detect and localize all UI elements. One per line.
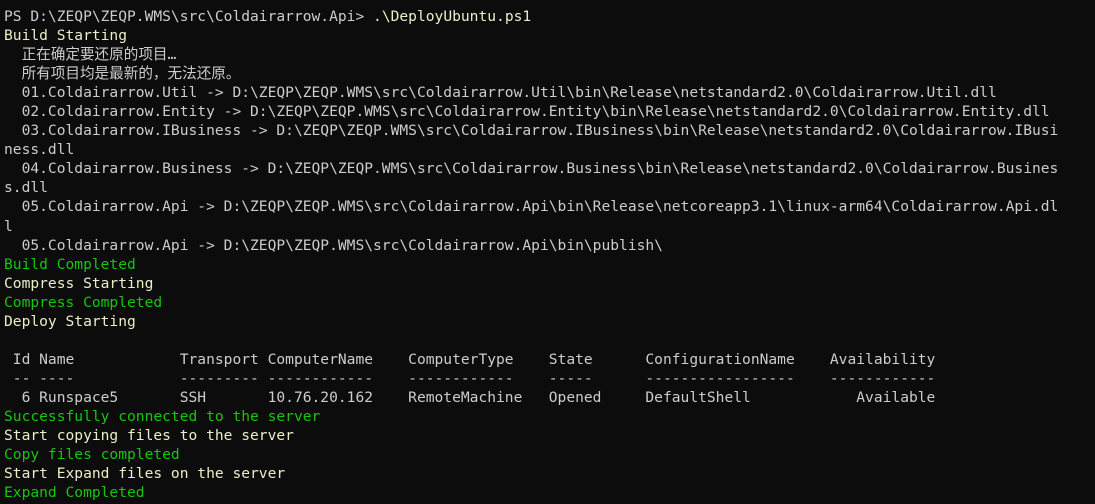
prompt-path: PS D:\ZEQP\ZEQP.WMS\src\Coldairarrow.Api… bbox=[4, 8, 374, 25]
prompt-line: PS D:\ZEQP\ZEQP.WMS\src\Coldairarrow.Api… bbox=[4, 7, 1095, 26]
terminal-line: 6 Runspace5 SSH 10.76.20.162 RemoteMachi… bbox=[4, 388, 936, 406]
terminal-line: Compress Completed bbox=[4, 293, 163, 311]
terminal-window[interactable]: PS D:\ZEQP\ZEQP.WMS\src\Coldairarrow.Api… bbox=[0, 0, 1095, 504]
terminal-line: Copy files completed bbox=[4, 446, 180, 464]
terminal-line: -- ---- --------- ------------ ---------… bbox=[4, 369, 936, 387]
terminal-line: 05.Coldairarrow.Api -> D:\ZEQP\ZEQP.WMS\… bbox=[4, 236, 663, 254]
terminal-output: Build Starting 正在确定要还原的项目… 所有项目均是最新的，无法还… bbox=[4, 26, 1095, 502]
terminal-line: Start Expand files on the server bbox=[4, 465, 286, 483]
terminal-line: Build Starting bbox=[4, 27, 128, 45]
terminal-line: Compress Starting bbox=[4, 274, 154, 292]
terminal-line: Deploy Starting bbox=[4, 312, 136, 330]
terminal-line: Expand Completed bbox=[4, 484, 145, 502]
terminal-line: 所有项目均是最新的，无法还原。 bbox=[4, 65, 241, 83]
terminal-line: s.dll bbox=[4, 179, 48, 197]
terminal-line: 04.Coldairarrow.Business -> D:\ZEQP\ZEQP… bbox=[4, 160, 1059, 178]
terminal-line: 正在确定要还原的项目… bbox=[4, 46, 177, 64]
terminal-line: Build Completed bbox=[4, 255, 136, 273]
terminal-line: Start copying files to the server bbox=[4, 427, 294, 445]
prompt-command: .\DeployUbuntu.ps1 bbox=[373, 8, 532, 25]
terminal-line: Id Name Transport ComputerName ComputerT… bbox=[4, 350, 936, 368]
terminal-line: 01.Coldairarrow.Util -> D:\ZEQP\ZEQP.WMS… bbox=[4, 84, 997, 102]
terminal-line: ness.dll bbox=[4, 141, 75, 159]
terminal-line: 05.Coldairarrow.Api -> D:\ZEQP\ZEQP.WMS\… bbox=[4, 198, 1059, 216]
terminal-line: Successfully connected to the server bbox=[4, 407, 321, 425]
terminal-line: 03.Coldairarrow.IBusiness -> D:\ZEQP\ZEQ… bbox=[4, 122, 1059, 140]
terminal-line: 02.Coldairarrow.Entity -> D:\ZEQP\ZEQP.W… bbox=[4, 103, 1050, 121]
terminal-line: l bbox=[4, 217, 13, 235]
